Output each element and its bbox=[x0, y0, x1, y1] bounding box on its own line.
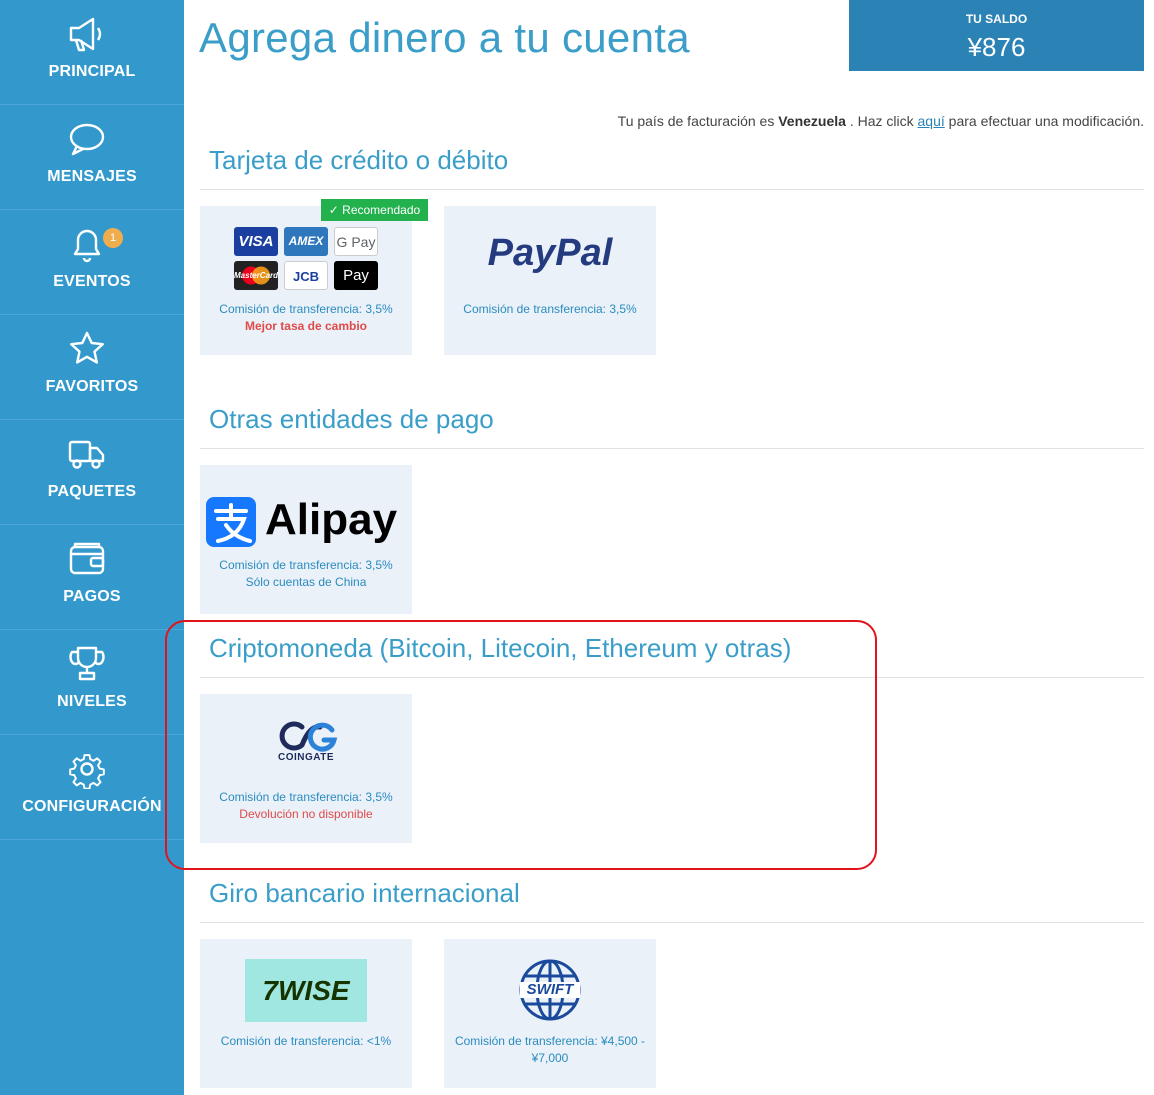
wise-logo-text: WISE bbox=[278, 975, 350, 1006]
section-divider bbox=[200, 677, 1144, 678]
billing-middle: . Haz click bbox=[849, 113, 914, 129]
alipay-icon bbox=[206, 497, 256, 547]
sidebar-item-label: FAVORITOS bbox=[45, 378, 139, 395]
sidebar-item-mensajes[interactable]: MENSAJES bbox=[0, 105, 184, 210]
sidebar-item-configuracion[interactable]: CONFIGURACIÓN bbox=[0, 735, 184, 840]
section-title-crypto: Criptomoneda (Bitcoin, Litecoin, Ethereu… bbox=[209, 633, 792, 663]
payment-option-wise[interactable]: 7WISE Comisión de transferencia: <1% bbox=[200, 939, 412, 1088]
balance-box: TU SALDO ¥876 bbox=[849, 0, 1144, 71]
sidebar-item-label: CONFIGURACIÓN bbox=[22, 798, 162, 815]
star-icon bbox=[70, 331, 104, 364]
alipay-logo: Alipay bbox=[265, 495, 398, 544]
truck-icon bbox=[68, 440, 105, 469]
recommended-badge: ✓ Recomendado bbox=[321, 199, 428, 221]
visa-logo: VISA bbox=[234, 227, 278, 256]
section-title-other: Otras entidades de pago bbox=[209, 404, 494, 434]
section-title-cards: Tarjeta de crédito o débito bbox=[209, 145, 509, 175]
wise-flag-icon: 7 bbox=[262, 975, 278, 1006]
payment-option-coingate[interactable]: COINGATE Comisión de transferencia: 3,5%… bbox=[200, 694, 412, 843]
chat-bubble-icon bbox=[69, 123, 105, 156]
sidebar-item-label: EVENTOS bbox=[53, 273, 131, 290]
billing-suffix: para efectuar una modificación. bbox=[948, 113, 1144, 129]
mastercard-label: MasterCard bbox=[234, 271, 279, 280]
billing-country-notice: Tu país de facturación es Venezuela . Ha… bbox=[618, 113, 1144, 129]
section-divider bbox=[200, 922, 1144, 923]
transfer-fee: Comisión de transferencia: 3,5% bbox=[463, 302, 637, 316]
payment-option-card[interactable]: VISA AMEX G Pay MasterCard JCB Pay Comis… bbox=[200, 206, 412, 355]
gear-icon bbox=[69, 754, 105, 789]
page-title: Agrega dinero a tu cuenta bbox=[199, 14, 690, 61]
apple-pay-logo: Pay bbox=[334, 261, 378, 290]
transfer-fee: Comisión de transferencia: 3,5% bbox=[219, 558, 393, 572]
sidebar-item-pagos[interactable]: PAGOS bbox=[0, 525, 184, 630]
section-divider bbox=[200, 189, 1144, 190]
events-count-badge: 1 bbox=[103, 228, 123, 248]
paypal-logo: PayPal bbox=[487, 232, 613, 274]
apple-pay-label: Pay bbox=[343, 267, 369, 284]
card-note: Mejor tasa de cambio bbox=[244, 319, 368, 333]
payment-option-swift[interactable]: SWIFT Comisión de transferencia: ¥4,500 … bbox=[444, 939, 656, 1088]
billing-country: Venezuela bbox=[778, 113, 846, 129]
transfer-fee: Comisión de transferencia: ¥4,500 - bbox=[454, 1034, 646, 1048]
coingate-icon bbox=[279, 721, 338, 752]
card-note: Devolución no disponible bbox=[239, 807, 373, 821]
wallet-icon bbox=[69, 542, 105, 575]
coingate-logo-text: COINGATE bbox=[277, 752, 335, 763]
balance-value: ¥876 bbox=[967, 32, 1026, 62]
section-divider bbox=[200, 448, 1144, 449]
jcb-logo: JCB bbox=[284, 261, 328, 290]
card-note: Sólo cuentas de China bbox=[245, 575, 367, 589]
transfer-fee: Comisión de transferencia: 3,5% bbox=[219, 302, 393, 316]
balance-label: TU SALDO bbox=[965, 12, 1028, 26]
google-pay-logo: G Pay bbox=[334, 227, 378, 256]
bell-icon bbox=[73, 229, 101, 263]
sidebar-item-eventos[interactable]: EVENTOS bbox=[0, 210, 184, 315]
change-country-link[interactable]: aquí bbox=[918, 113, 945, 129]
sidebar-item-label: PAGOS bbox=[63, 588, 121, 605]
payment-option-alipay[interactable]: Alipay Comisión de transferencia: 3,5% S… bbox=[200, 465, 412, 614]
transfer-fee-range: ¥7,000 bbox=[531, 1051, 569, 1065]
sidebar-item-label: MENSAJES bbox=[47, 168, 137, 185]
amex-logo: AMEX bbox=[284, 227, 328, 256]
section-title-wire: Giro bancario internacional bbox=[209, 878, 520, 908]
transfer-fee: Comisión de transferencia: 3,5% bbox=[219, 790, 393, 804]
transfer-fee: Comisión de transferencia: <1% bbox=[220, 1034, 392, 1048]
swift-logo-text: SWIFT bbox=[526, 981, 574, 998]
billing-prefix: Tu país de facturación es bbox=[617, 113, 775, 129]
sidebar-item-favoritos[interactable]: FAVORITOS bbox=[0, 315, 184, 420]
mastercard-logo: MasterCard bbox=[234, 261, 278, 290]
sidebar-item-principal[interactable]: PRINCIPAL bbox=[0, 0, 184, 105]
sidebar-item-label: PRINCIPAL bbox=[48, 63, 136, 80]
sidebar: PRINCIPAL MENSAJES EVENTOS FAVORITOS PAQ… bbox=[0, 0, 184, 1095]
sidebar-item-niveles[interactable]: NIVELES bbox=[0, 630, 184, 735]
sidebar-item-label: NIVELES bbox=[57, 693, 127, 710]
sidebar-item-label: PAQUETES bbox=[47, 483, 137, 500]
megaphone-icon bbox=[69, 17, 102, 52]
sidebar-item-paquetes[interactable]: PAQUETES bbox=[0, 420, 184, 525]
trophy-icon bbox=[69, 646, 105, 681]
wise-logo: 7WISE bbox=[245, 959, 367, 1022]
payment-option-paypal[interactable]: PayPal Comisión de transferencia: 3,5% bbox=[444, 206, 656, 355]
